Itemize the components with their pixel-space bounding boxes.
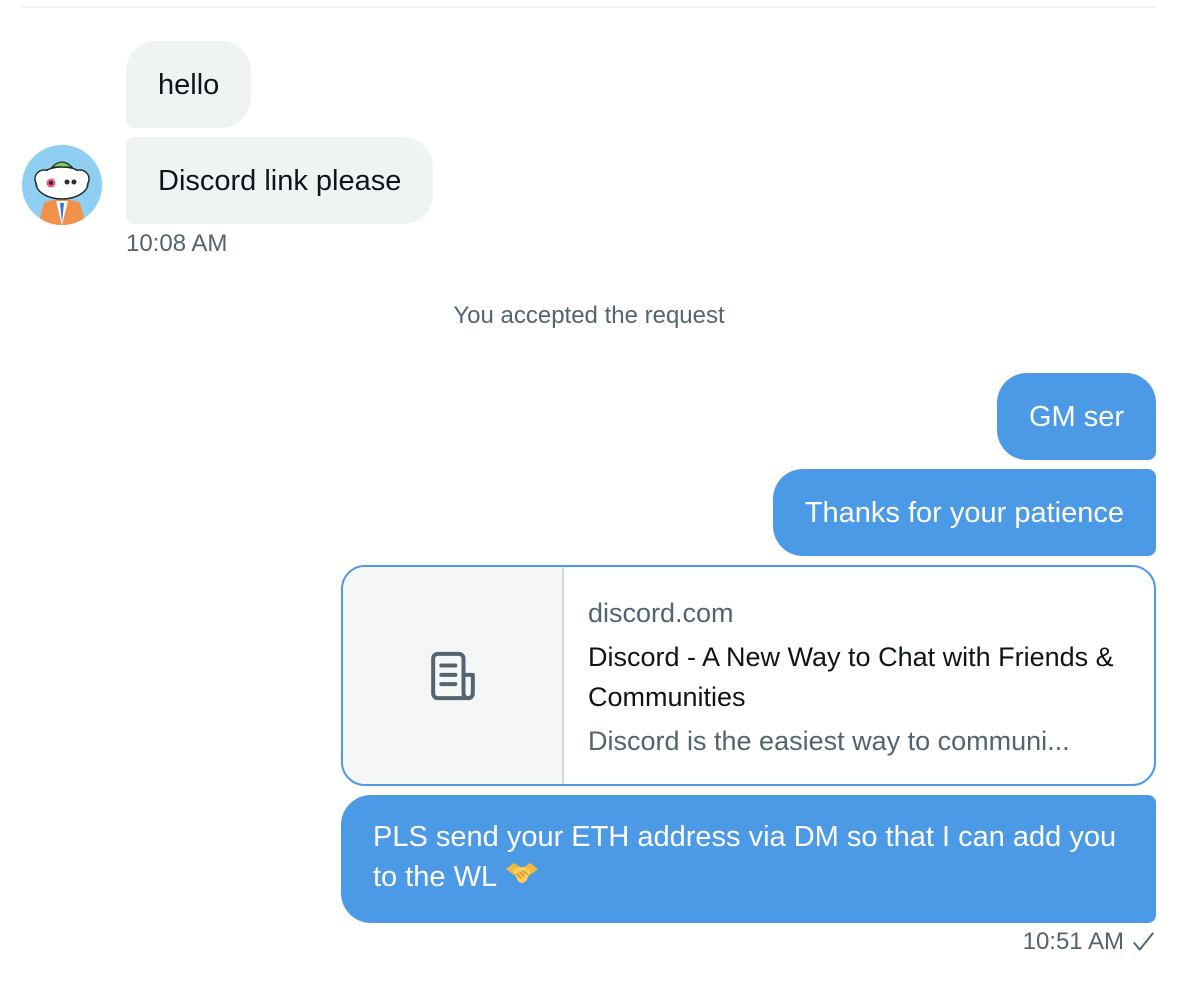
- link-title: Discord - A New Way to Chat with Friends…: [588, 642, 1114, 712]
- outgoing-message-bubble[interactable]: Thanks for your patience: [772, 469, 1156, 556]
- message-timestamp: 10:08 AM: [126, 230, 228, 257]
- link-thumbnail: [343, 567, 564, 784]
- message-text: Discord link please: [158, 165, 402, 197]
- handshake-icon: [504, 858, 540, 898]
- message-timestamp: 10:51 AM: [1022, 928, 1124, 955]
- checkmark-icon: [1133, 932, 1154, 951]
- avatar[interactable]: [22, 145, 102, 225]
- message-text: Thanks for your patience: [804, 497, 1124, 529]
- link-description: Discord is the easiest way to communi...: [588, 726, 1070, 756]
- message-text: PLS send your ETH address via DM so that…: [373, 821, 1117, 893]
- incoming-message-bubble[interactable]: Discord link please: [126, 137, 434, 224]
- document-icon: [430, 651, 475, 700]
- link-domain: discord.com: [588, 598, 734, 628]
- outgoing-message-bubble[interactable]: GM ser: [996, 373, 1156, 460]
- outgoing-message-bubble[interactable]: PLS send your ETH address via DM so that…: [341, 795, 1156, 923]
- message-text: GM ser: [1028, 401, 1124, 433]
- link-preview-card[interactable]: discord.com Discord - A New Way to Chat …: [341, 565, 1156, 786]
- link-details: discord.com Discord - A New Way to Chat …: [564, 567, 1154, 784]
- outgoing-message-meta: 10:51 AM: [1023, 928, 1156, 956]
- top-divider: [22, 6, 1156, 8]
- incoming-message-bubble[interactable]: hello: [126, 41, 252, 128]
- dm-conversation: hello Discord link please 10:08 AM You a…: [0, 0, 1178, 994]
- cloud-character-avatar-icon: [22, 145, 102, 225]
- request-accepted-note: You accepted the request: [453, 302, 725, 329]
- message-text: hello: [158, 69, 220, 101]
